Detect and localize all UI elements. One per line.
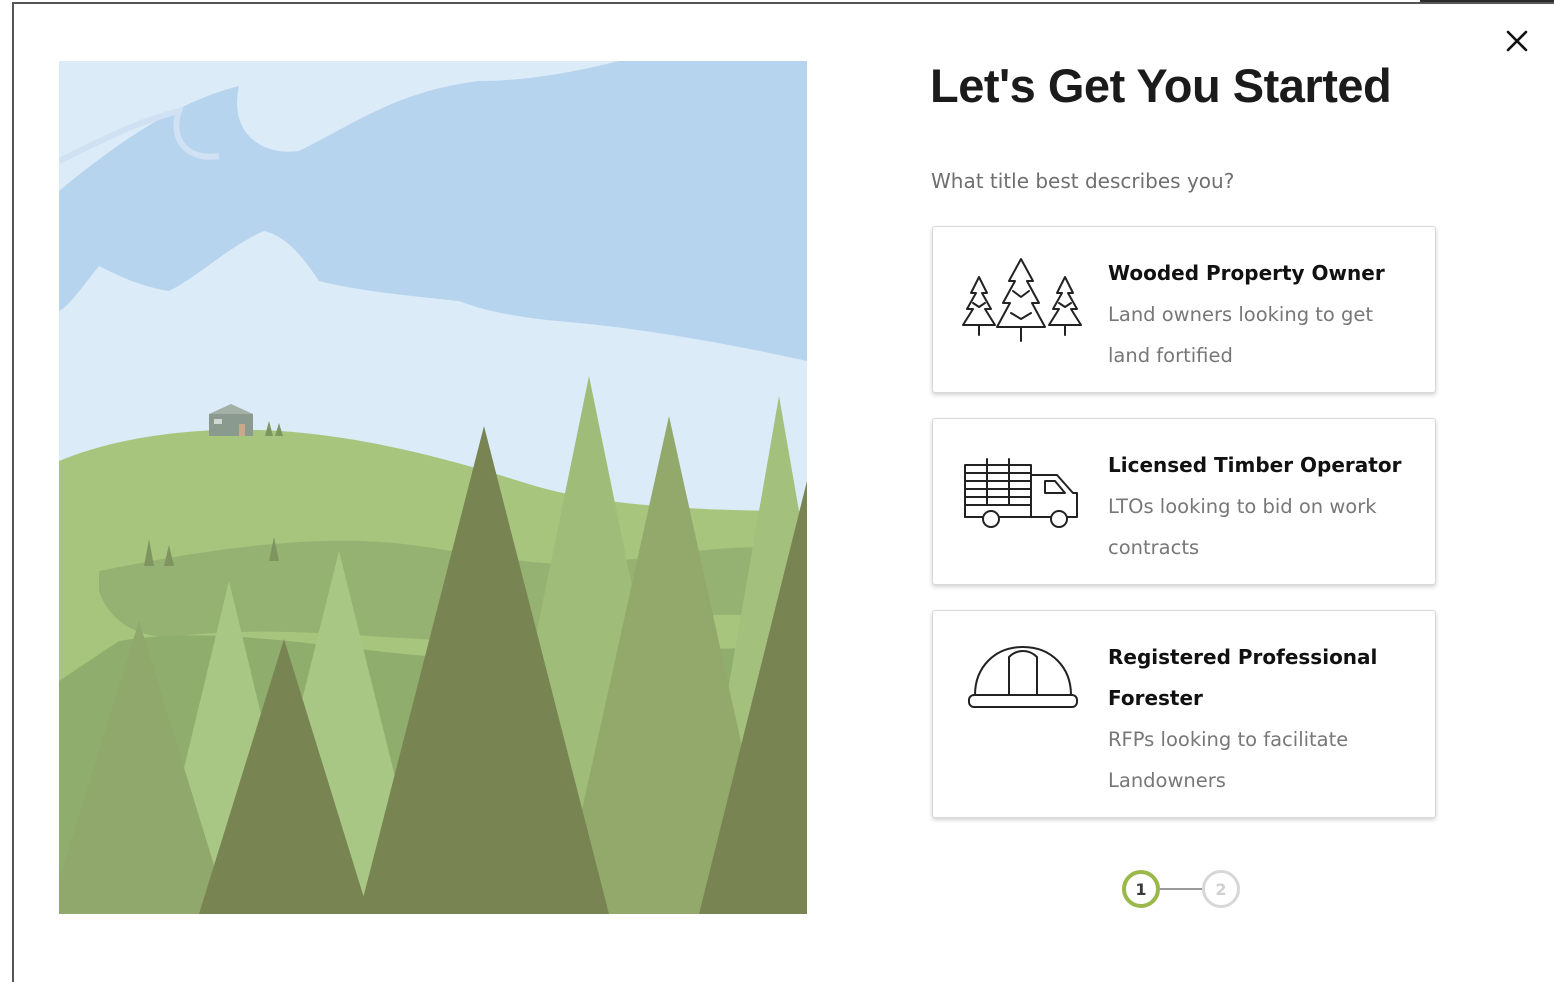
logging-truck-icon [964,458,1078,528]
close-icon [1506,30,1528,52]
option-title: Licensed Timber Operator [1108,453,1402,477]
hard-hat-icon [968,646,1078,708]
option-title: Registered Professional Forester [1108,645,1378,710]
step-1: 1 [1122,870,1160,908]
option-registered-professional-forester[interactable]: Registered Professional Forester RFPs lo… [932,610,1436,818]
forest-illustration [59,61,807,914]
option-wooded-property-owner[interactable]: Wooded Property Owner Land owners lookin… [932,226,1436,393]
close-button[interactable] [1500,24,1534,58]
trees-icon [962,258,1082,342]
page-title: Let's Get You Started [930,59,1392,112]
step-indicator: 1 2 [1122,870,1252,916]
option-description: LTOs looking to bid on work contracts [1108,495,1377,559]
option-description: RFPs looking to facilitate Landowners [1108,728,1349,792]
step-connector [1160,888,1202,890]
role-question: What title best describes you? [931,169,1235,193]
step-2: 2 [1202,870,1240,908]
option-description: Land owners looking to get land fortifie… [1108,303,1374,367]
option-title: Wooded Property Owner [1108,261,1385,285]
option-licensed-timber-operator[interactable]: Licensed Timber Operator LTOs looking to… [932,418,1436,585]
